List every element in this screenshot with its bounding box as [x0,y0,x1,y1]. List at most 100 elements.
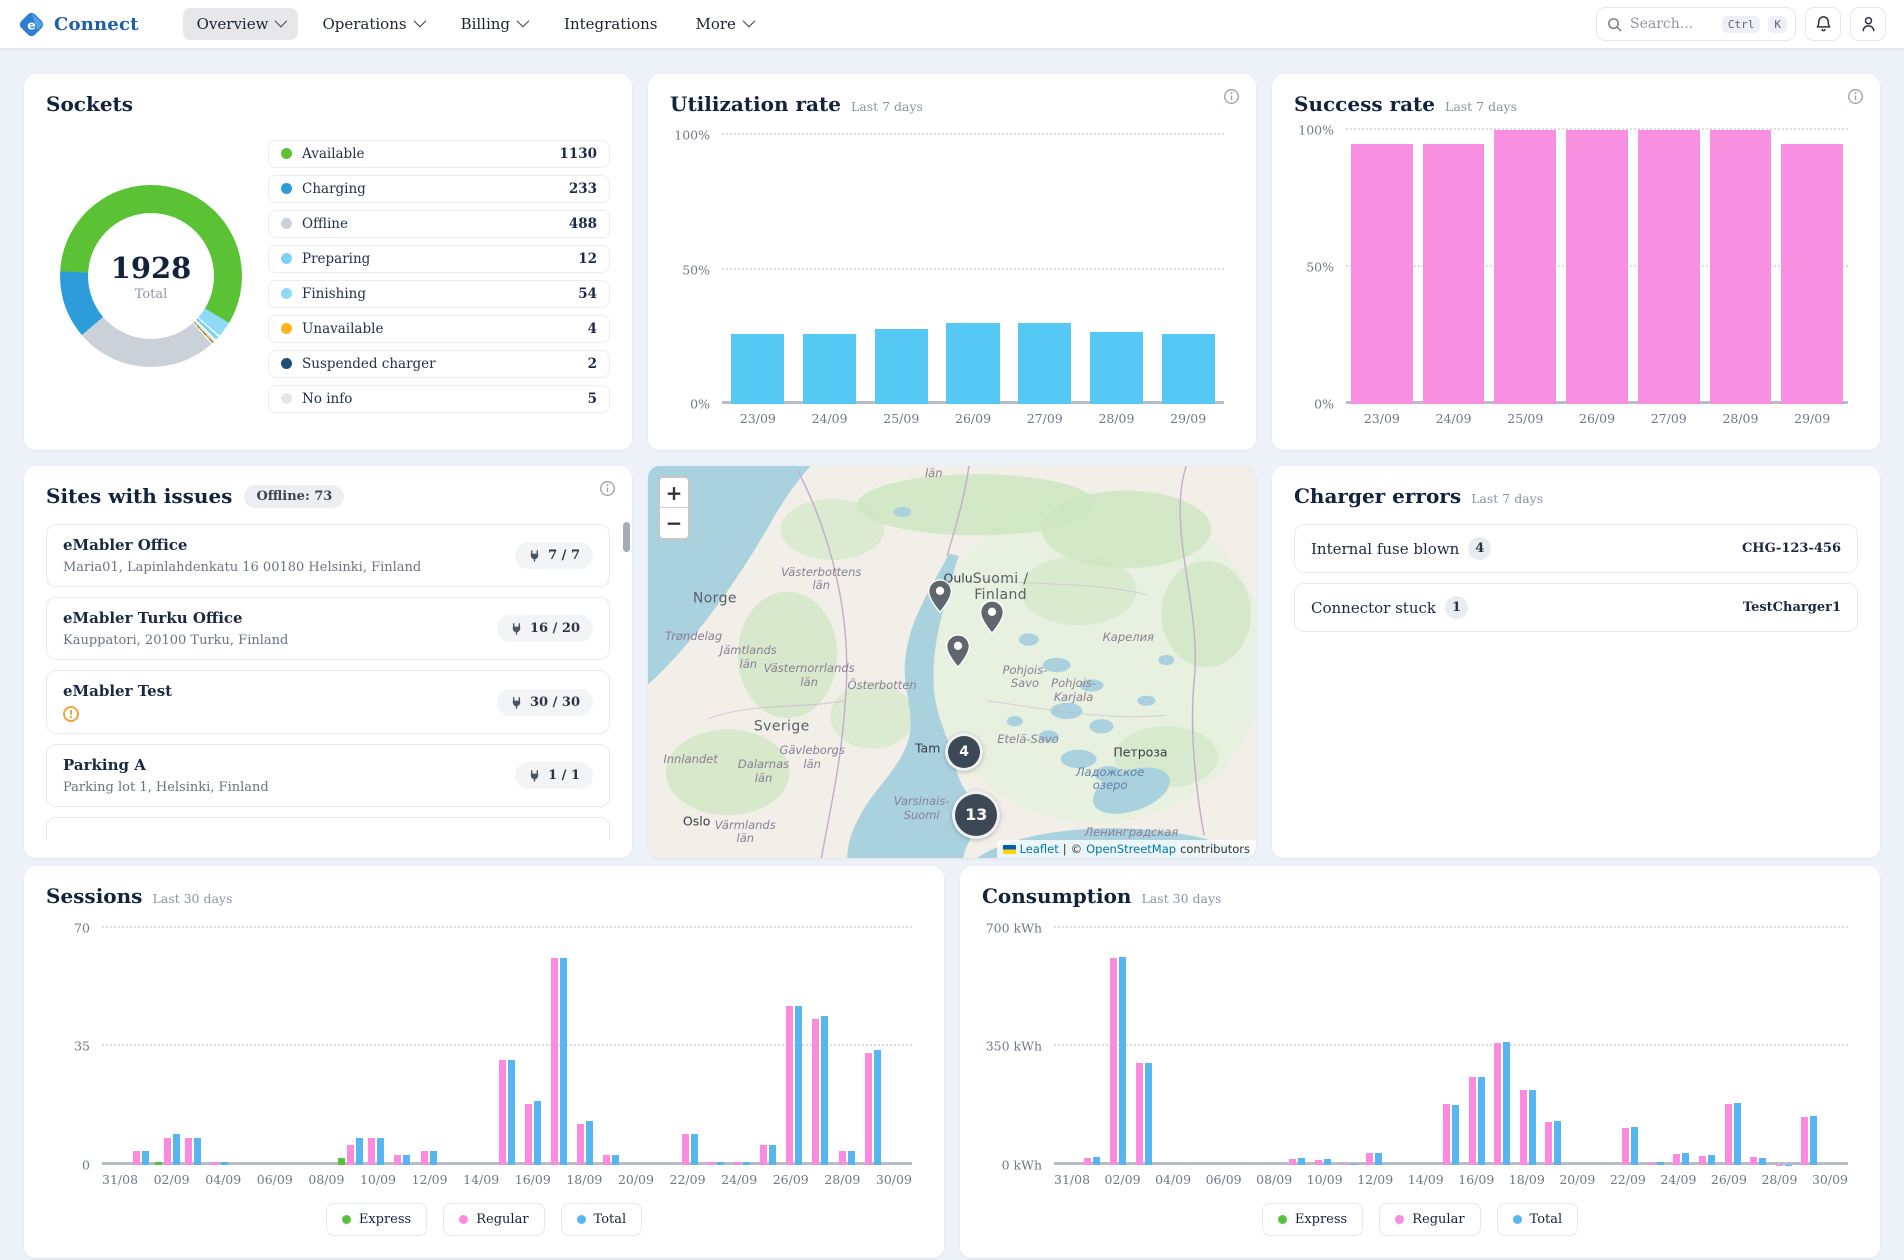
consumption-subtitle: Last 30 days [1141,891,1221,906]
bar [551,958,558,1165]
site-list-item[interactable]: eMabler Turku OfficeKauppatori, 20100 Tu… [46,597,610,660]
legend-label: Express [359,1212,411,1227]
x-axis-labels: 23/0924/0925/0926/0927/0928/0929/09 [722,404,1224,432]
chart-column [1592,914,1618,1165]
charger-error-row[interactable]: Internal fuse blown4CHG-123-456 [1294,524,1858,573]
nav-item-operations[interactable]: Operations [308,8,436,40]
bar [133,1151,140,1165]
bar [377,1138,384,1165]
bar [769,1145,776,1165]
info-icon[interactable] [1847,88,1864,109]
legend-value: 4 [588,321,597,337]
nav-item-billing[interactable]: Billing [447,8,540,40]
bar [164,1138,171,1165]
site-list-item[interactable]: eMabler Test!30 / 30 [46,670,610,734]
bar [1810,1116,1817,1165]
x-tick: 22/09 [670,1172,706,1187]
search-input[interactable]: Search... Ctrl K [1596,7,1796,41]
legend-label: Offline [302,216,559,232]
map-cluster-marker[interactable]: 13 [952,791,1000,839]
x-tick: 24/09 [794,411,866,426]
chart-column [598,914,624,1165]
nav-item-overview[interactable]: Overview [183,8,299,40]
socket-icon [528,549,541,562]
map[interactable]: länNorgeTrøndelagJämtlands länVästerbott… [648,466,1256,858]
site-list-item-partial[interactable] [46,817,610,840]
chart-column [1131,914,1157,1165]
x-tick: 06/09 [1206,1172,1242,1187]
chart-plot-area: 0%50%100% [1346,122,1848,404]
x-tick: 18/09 [1509,1172,1545,1187]
x-tick: 12/09 [1357,1172,1393,1187]
svg-text:e: e [27,17,36,32]
site-list-item[interactable]: Parking AParking lot 1, Helsinki, Finlan… [46,744,610,807]
notifications-button[interactable] [1805,7,1841,41]
legend-label: Total [1530,1212,1563,1227]
bar [338,1158,345,1165]
bar [1638,130,1700,404]
site-list-item[interactable]: eMabler OfficeMaria01, Lapinlahdenkatu 1… [46,524,610,587]
scrollbar-thumb[interactable] [623,522,630,552]
leaflet-link[interactable]: Leaflet [1020,842,1059,856]
shortcut-ctrl-key: Ctrl [1722,16,1761,33]
info-icon[interactable] [1223,88,1240,109]
sockets-legend-row: No info5 [268,385,610,413]
sockets-card: Sockets 1928 Total Available1130Charging… [24,74,632,450]
info-icon[interactable] [599,480,616,501]
map-marker-pin[interactable] [979,600,1004,638]
bar [812,1019,819,1165]
sockets-legend-row: Suspended charger2 [268,350,610,378]
x-axis-labels: 31/0802/0904/0906/0908/0910/0912/0914/09… [102,1165,912,1193]
chart-column [572,914,598,1165]
bar [534,1101,541,1165]
chart-column [865,122,937,404]
legend-label: Suspended charger [302,356,578,372]
success-rate-subtitle: Last 7 days [1445,99,1517,114]
bar [821,1016,828,1165]
bar [1315,1160,1322,1165]
bar [612,1155,619,1165]
socket-count-badge: 16 / 20 [497,615,593,642]
y-tick-label: 0 [46,1158,90,1173]
brand-name: Connect [54,14,139,35]
bar [1682,1153,1689,1165]
socket-icon [510,696,523,709]
bar [1366,1153,1373,1165]
x-tick: 28/09 [1761,1172,1797,1187]
nav-item-more[interactable]: More [681,8,765,40]
zoom-out-button[interactable]: − [660,508,688,538]
legend-item-total[interactable]: Total [1497,1203,1579,1236]
bar [875,329,928,404]
legend-item-regular[interactable]: Regular [443,1203,544,1236]
site-info: Parking AParking lot 1, Helsinki, Finlan… [63,756,269,795]
x-tick: 24/09 [1660,1172,1696,1187]
charger-error-row[interactable]: Connector stuck1TestCharger1 [1294,583,1858,632]
legend-dot [459,1215,468,1224]
x-tick: 16/09 [515,1172,551,1187]
main-nav: Overview Operations Billing Integrations Mor… [183,8,766,40]
legend-item-express[interactable]: Express [1262,1203,1363,1236]
chart-column [1418,122,1490,404]
legend-item-regular[interactable]: Regular [1379,1203,1480,1236]
chart-column [311,914,337,1165]
chart-column [1515,914,1541,1165]
map-marker-pin[interactable] [927,579,952,617]
chart-plot-area: 0 kWh350 kWh700 kWh [1054,914,1848,1165]
x-tick: 29/09 [1152,411,1224,426]
map-cluster-marker[interactable]: 4 [945,733,983,771]
openstreetmap-link[interactable]: OpenStreetMap [1086,842,1176,856]
brand-logo[interactable]: e Connect [18,11,139,38]
map-marker-pin[interactable] [946,634,971,672]
sockets-total-label: Total [135,287,168,302]
legend-item-total[interactable]: Total [561,1203,643,1236]
chart-column [1387,914,1413,1165]
account-button[interactable] [1850,7,1886,41]
bar [1622,1128,1629,1165]
consumption-card: Consumption Last 30 days 0 kWh350 kWh700… [960,866,1880,1258]
legend-item-express[interactable]: Express [326,1203,427,1236]
zoom-in-button[interactable]: + [660,478,688,508]
site-name: eMabler Turku Office [63,609,288,627]
bar [1298,1158,1305,1165]
chart-column [1464,914,1490,1165]
nav-item-integrations[interactable]: Integrations [550,8,671,40]
